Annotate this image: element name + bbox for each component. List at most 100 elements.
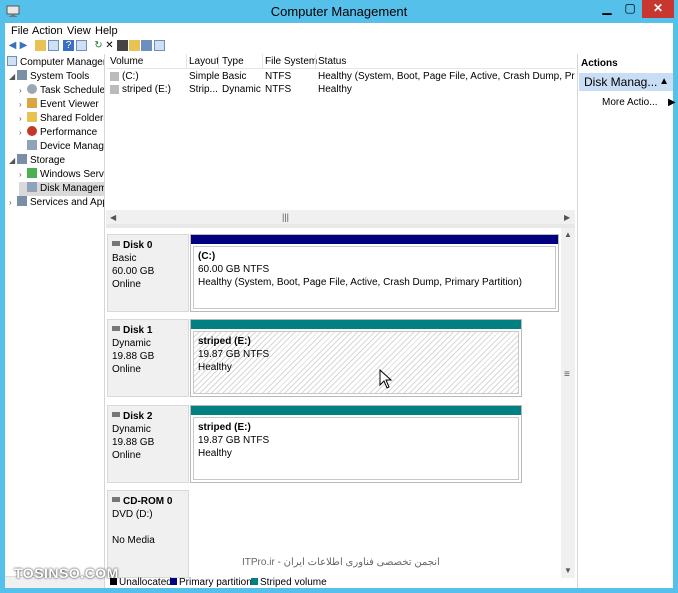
watermark-logo-text: TOSINSO.COM [14, 565, 119, 581]
disk-map-vertical-scrollbar[interactable]: ▲ ≡ ▼ [561, 228, 575, 578]
event-viewer-icon [27, 98, 37, 108]
disk-1-label[interactable]: Disk 1 Dynamic 19.88 GB Online [107, 319, 189, 397]
scroll-left-icon[interactable]: ◀ [110, 213, 116, 222]
properties-icon[interactable] [76, 40, 87, 51]
performance-icon [27, 126, 37, 136]
column-layout[interactable]: Layout [189, 56, 219, 67]
cdrom-0-label[interactable]: CD-ROM 0 DVD (D:) No Media [107, 490, 189, 578]
actions-disk-management[interactable]: Disk Manag... ▲ [579, 73, 673, 91]
disk-2-partition-e[interactable]: striped (E:) 19.87 GB NTFS Healthy [190, 405, 522, 483]
partition-e-body-selected[interactable]: striped (E:) 19.87 GB NTFS Healthy [193, 331, 519, 394]
disk-icon [112, 412, 120, 417]
show-hide-tree-icon[interactable] [48, 40, 59, 51]
disk-1-partition-e[interactable]: striped (E:) 19.87 GB NTFS Healthy [190, 319, 522, 397]
forward-icon[interactable]: ▶ [18, 40, 29, 51]
scroll-thumb-grip-icon[interactable]: ≡ [564, 369, 570, 380]
menu-file[interactable]: File [11, 25, 29, 37]
disk-management-icon [27, 182, 37, 192]
up-folder-icon[interactable] [35, 40, 46, 51]
tree-item-storage[interactable]: ◢ Storage [9, 154, 65, 168]
legend-striped-volume: Striped volume [251, 577, 327, 588]
tree-item-shared-folders[interactable]: › Shared Folders [19, 112, 104, 126]
client-area: File Action View Help ◀ ▶ ? ↻ ✕ Computer… [5, 23, 676, 588]
minimize-button[interactable]: ▁ [596, 0, 618, 18]
tree-item-services-and-applications[interactable]: › Services and Appl [9, 196, 104, 210]
volume-icon [110, 85, 119, 94]
clock-icon [27, 84, 37, 94]
disk-management-pane: Volume Layout Type File System Status (C… [106, 54, 575, 588]
chevron-right-icon: ▶ [668, 97, 676, 108]
striped-volume-bar [191, 320, 521, 329]
striped-volume-bar [191, 406, 521, 415]
disk-map: Disk 0 Basic 60.00 GB Online (C:) 60.00 … [106, 228, 575, 578]
open-icon[interactable] [129, 40, 140, 51]
tree-item-disk-management[interactable]: Disk Manageme [19, 182, 104, 196]
services-icon [17, 196, 27, 206]
shared-folder-icon [27, 112, 37, 122]
menu-action[interactable]: Action [32, 25, 63, 37]
help-icon[interactable]: ? [63, 40, 74, 51]
storage-icon [17, 154, 27, 164]
actions-pane: Actions Disk Manag... ▲ More Actio... ▶ [577, 54, 676, 588]
legend-primary-partition: Primary partition [170, 577, 252, 588]
disk-2-label[interactable]: Disk 2 Dynamic 19.88 GB Online [107, 405, 189, 483]
computer-icon [7, 56, 17, 66]
device-manager-icon [27, 140, 37, 150]
column-type[interactable]: Type [222, 56, 244, 67]
volume-row[interactable]: (C:) Simple Basic NTFS Healthy (System, … [106, 70, 575, 83]
column-status[interactable]: Status [318, 56, 346, 67]
column-divider[interactable] [262, 54, 263, 69]
window-frame: Computer Management ▁ ▢ ✕ File Action Vi… [0, 0, 678, 593]
navigation-tree: Computer Managem ◢ System Tools › Task Sch… [5, 54, 105, 588]
legend-unallocated: Unallocated [110, 577, 172, 588]
tree-item-performance[interactable]: › Performance [19, 126, 97, 140]
title-bar: Computer Management ▁ ▢ ✕ [0, 0, 678, 22]
more-actions-link[interactable]: More Actio... ▶ [602, 97, 676, 108]
tree-item-task-scheduler[interactable]: › Task Scheduler [19, 84, 104, 98]
refresh-icon[interactable]: ↻ [93, 40, 104, 51]
cdrom-icon [112, 497, 120, 502]
backup-icon [27, 168, 37, 178]
primary-partition-bar [191, 235, 558, 244]
column-divider[interactable] [186, 54, 187, 69]
column-volume[interactable]: Volume [110, 56, 143, 67]
column-divider[interactable] [315, 54, 316, 69]
partition-c-body[interactable]: (C:) 60.00 GB NTFS Healthy (System, Boot… [193, 246, 556, 309]
scroll-up-icon[interactable]: ▲ [564, 230, 572, 239]
tree-item-event-viewer[interactable]: › Event Viewer [19, 98, 99, 112]
collapse-up-icon[interactable]: ▲ [659, 73, 669, 91]
tree-item-system-tools[interactable]: ◢ System Tools [9, 70, 89, 84]
volume-list-header: Volume Layout Type File System Status [106, 54, 575, 69]
watermark-site-text: ITPro.ir - انجمن تخصصی فناوری اطلاعات ای… [242, 557, 440, 568]
mouse-pointer-icon [379, 369, 393, 389]
tree-item-computer-management[interactable]: Computer Managem [7, 56, 104, 70]
actions-title: Actions [581, 58, 618, 69]
disk-0-partition-c[interactable]: (C:) 60.00 GB NTFS Healthy (System, Boot… [190, 234, 559, 312]
menu-bar: File Action View Help [5, 23, 673, 39]
scroll-down-icon[interactable]: ▼ [564, 566, 572, 575]
search-icon[interactable] [141, 40, 152, 51]
delete-icon[interactable]: ✕ [104, 40, 115, 51]
close-button[interactable]: ✕ [642, 0, 674, 18]
view-icon[interactable] [154, 40, 165, 51]
maximize-button[interactable]: ▢ [619, 0, 641, 18]
tree-item-windows-server-backup[interactable]: › Windows Serve [19, 168, 104, 182]
volume-icon [110, 72, 119, 81]
volume-horizontal-scrollbar[interactable]: ◀ ||| ▶ [106, 210, 575, 224]
back-icon[interactable]: ◀ [7, 40, 18, 51]
column-divider[interactable] [218, 54, 219, 69]
scroll-right-icon[interactable]: ▶ [564, 213, 570, 222]
window-title: Computer Management [270, 4, 408, 19]
partition-e-body[interactable]: striped (E:) 19.87 GB NTFS Healthy [193, 417, 519, 480]
disk-icon [112, 326, 120, 331]
menu-view[interactable]: View [67, 25, 91, 37]
scroll-thumb-grip-icon[interactable]: ||| [282, 212, 289, 222]
disk-0-label[interactable]: Disk 0 Basic 60.00 GB Online [107, 234, 189, 312]
toolbar: ◀ ▶ ? ↻ ✕ [5, 39, 673, 53]
column-file-system[interactable]: File System [265, 56, 317, 67]
volume-row[interactable]: striped (E:) Strip... Dynamic NTFS Healt… [106, 83, 575, 96]
tree-item-device-manager[interactable]: Device Manager [19, 140, 104, 154]
menu-help[interactable]: Help [95, 25, 118, 37]
connect-icon[interactable] [117, 40, 128, 51]
legend: Unallocated Primary partition Striped vo… [106, 577, 575, 588]
